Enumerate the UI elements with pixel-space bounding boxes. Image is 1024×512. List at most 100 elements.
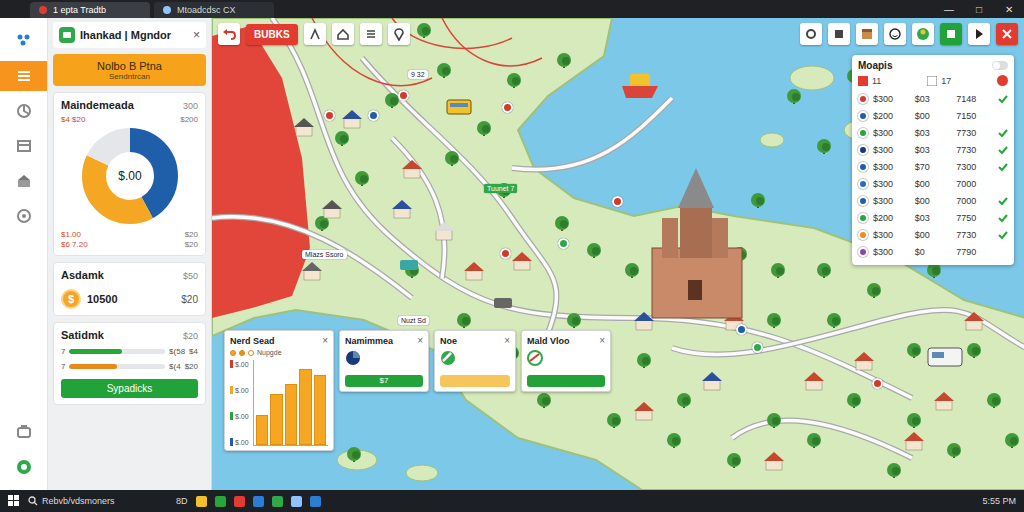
map-label[interactable]: Mlazs Ssoro [302, 250, 347, 259]
app-icon[interactable] [234, 496, 245, 507]
result-row[interactable]: $300$007000 [858, 175, 1008, 192]
popup-button[interactable] [440, 375, 510, 387]
check-icon[interactable] [998, 162, 1008, 172]
map-tool-button[interactable] [800, 23, 822, 45]
map-tool-button[interactable] [332, 23, 354, 45]
banner[interactable]: Nolbo B PtnaSendntrcan [53, 54, 206, 86]
check-icon[interactable] [998, 230, 1008, 240]
close-button[interactable]: × [417, 335, 423, 346]
rail-item[interactable] [0, 201, 47, 231]
check-icon[interactable] [998, 128, 1008, 138]
map-pin[interactable] [368, 110, 379, 121]
map-tool-button[interactable] [360, 23, 382, 45]
window-control[interactable]: ✕ [994, 4, 1024, 15]
app-icon[interactable] [310, 496, 321, 507]
map-tool-button[interactable] [856, 23, 878, 45]
map-label[interactable]: 9 32 [408, 70, 428, 79]
pin-icon [392, 27, 406, 41]
map-pin[interactable] [612, 196, 623, 207]
app-icon[interactable] [253, 496, 264, 507]
map-tool-button[interactable] [996, 23, 1018, 45]
map-tool-button[interactable] [304, 23, 326, 45]
status-dot [858, 230, 868, 240]
result-row[interactable]: $200$037750 [858, 209, 1008, 226]
result-row[interactable]: $300$037148 [858, 90, 1008, 107]
rail-item[interactable] [0, 26, 47, 56]
windows-icon[interactable] [8, 495, 20, 507]
stat-row: 7$(58$4 [61, 347, 198, 356]
result-row[interactable]: $300$007000 [858, 192, 1008, 209]
window-control[interactable]: □ [964, 4, 994, 15]
cell: $03 [915, 94, 952, 104]
popup-button[interactable] [527, 375, 605, 387]
browser-tab[interactable]: 1 epta Tradtb [30, 2, 150, 18]
taskbar-search[interactable]: Rebvb/vdsmoners [28, 496, 168, 506]
cell: 7730 [956, 145, 993, 155]
map-view[interactable]: 9 32Tuunet 7Mlazs SsoroNuzt SdBUBKSMoapi… [212, 18, 1024, 490]
close-button[interactable]: × [599, 335, 605, 346]
check-icon[interactable] [998, 145, 1008, 155]
rail-item[interactable] [0, 131, 47, 161]
check-icon[interactable] [998, 247, 1008, 257]
cell: $70 [915, 162, 952, 172]
app-icon[interactable] [196, 496, 207, 507]
map-pin[interactable] [502, 102, 513, 113]
map-label[interactable]: Tuunet 7 [484, 184, 517, 193]
label-col: $20$20 [185, 230, 198, 249]
rail-item[interactable] [0, 61, 47, 91]
result-row[interactable]: $200$007150 [858, 107, 1008, 124]
cell: $00 [915, 179, 952, 189]
map-pin[interactable] [736, 324, 747, 335]
status-dot [858, 247, 868, 257]
result-row[interactable]: $300$007730 [858, 226, 1008, 243]
check-icon[interactable] [998, 111, 1008, 121]
status-dot [858, 94, 868, 104]
check-icon[interactable] [998, 213, 1008, 223]
rail-item[interactable] [0, 417, 47, 447]
map-tool-button[interactable] [940, 23, 962, 45]
rail-item[interactable] [0, 166, 47, 196]
result-row[interactable]: $300$037730 [858, 141, 1008, 158]
map-tool-button[interactable] [968, 23, 990, 45]
map-pin[interactable] [500, 248, 511, 259]
map-tool-button[interactable] [884, 23, 906, 45]
map-pin[interactable] [872, 378, 883, 389]
tab-label: 1 epta Tradtb [53, 5, 106, 15]
route-icon [308, 27, 322, 41]
primary-button[interactable]: Sypadicks [61, 379, 198, 398]
close-button[interactable]: × [504, 335, 510, 346]
map-tool-button[interactable] [828, 23, 850, 45]
map-pin[interactable] [398, 90, 409, 101]
result-row[interactable]: $300$07790 [858, 243, 1008, 260]
rail-item[interactable] [0, 96, 47, 126]
map-pin[interactable] [558, 238, 569, 249]
face-icon [888, 27, 902, 41]
check-icon[interactable] [998, 179, 1008, 189]
close-button[interactable]: × [322, 335, 328, 346]
result-row[interactable]: $300$707300 [858, 158, 1008, 175]
filter-button[interactable]: BUBKS [246, 24, 298, 45]
cell: 7000 [956, 196, 993, 206]
result-row[interactable]: $300$037730 [858, 124, 1008, 141]
card-value: $20 [183, 331, 198, 341]
back-button[interactable] [218, 23, 240, 45]
map-tool-button[interactable] [388, 23, 410, 45]
close-button[interactable]: × [193, 28, 200, 42]
check-icon[interactable] [998, 94, 1008, 104]
browser-tab[interactable]: Mtoadcdsc CX [154, 2, 274, 18]
map-pin[interactable] [324, 110, 335, 121]
app-icon[interactable] [272, 496, 283, 507]
cell: $300 [873, 162, 910, 172]
tick-label: $.00 [235, 387, 249, 394]
toggle-icon[interactable] [992, 61, 1008, 70]
map-tool-button[interactable] [912, 23, 934, 45]
popup-button[interactable]: $7 [345, 375, 423, 387]
map-pin[interactable] [752, 342, 763, 353]
window-control[interactable]: — [934, 4, 964, 15]
check-icon[interactable] [998, 196, 1008, 206]
app-icon[interactable] [291, 496, 302, 507]
rail-item[interactable] [0, 452, 47, 482]
map-label[interactable]: Nuzt Sd [398, 316, 429, 325]
donut-chart: $.00 [80, 126, 180, 226]
app-icon[interactable] [215, 496, 226, 507]
